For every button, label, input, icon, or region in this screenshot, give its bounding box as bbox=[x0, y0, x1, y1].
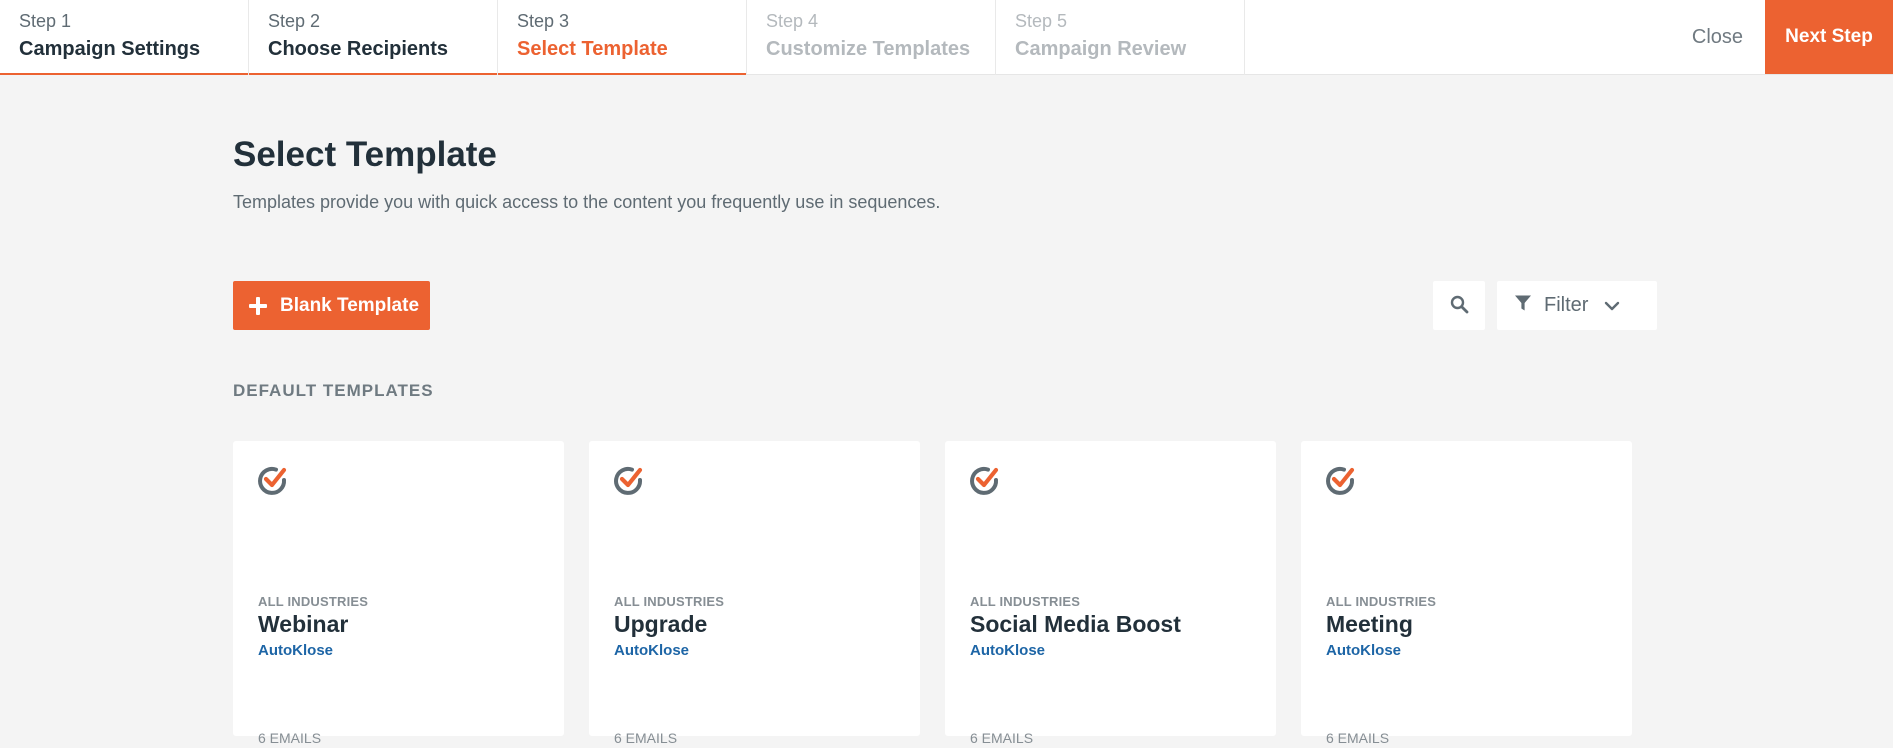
plus-icon bbox=[249, 296, 267, 315]
template-card-list: ALL INDUSTRIES Webinar AutoKlose 6 EMAIL… bbox=[233, 441, 1632, 746]
step-campaign-settings[interactable]: Step 1 Campaign Settings bbox=[0, 0, 249, 75]
card-author-link[interactable]: AutoKlose bbox=[258, 642, 333, 659]
check-badge-icon bbox=[613, 465, 645, 497]
filter-icon bbox=[1514, 294, 1532, 318]
filter-dropdown[interactable]: Filter bbox=[1497, 281, 1657, 330]
card-industry: ALL INDUSTRIES bbox=[970, 594, 1081, 609]
template-card[interactable]: ALL INDUSTRIES Meeting AutoKlose 6 EMAIL… bbox=[1301, 441, 1632, 746]
step-title: Select Template bbox=[517, 38, 668, 60]
main-content: Select Template Templates provide you wi… bbox=[233, 75, 1661, 748]
search-button[interactable] bbox=[1433, 281, 1485, 330]
check-badge-icon bbox=[1325, 465, 1357, 497]
step-select-template[interactable]: Step 3 Select Template bbox=[498, 0, 747, 75]
card-email-count: 6 EMAILS bbox=[258, 730, 322, 746]
step-customize-templates[interactable]: Step 4 Customize Templates bbox=[747, 0, 996, 75]
card-author-link[interactable]: AutoKlose bbox=[614, 642, 689, 659]
filter-label: Filter bbox=[1544, 294, 1589, 316]
step-title: Campaign Review bbox=[1015, 38, 1187, 60]
step-title: Choose Recipients bbox=[268, 38, 449, 60]
section-title-default-templates: DEFAULT TEMPLATES bbox=[233, 381, 434, 400]
step-choose-recipients[interactable]: Step 2 Choose Recipients bbox=[249, 0, 498, 75]
template-card[interactable]: ALL INDUSTRIES Upgrade AutoKlose 6 EMAIL… bbox=[589, 441, 920, 746]
step-number: Step 1 bbox=[19, 11, 72, 31]
card-title: Webinar bbox=[258, 611, 349, 637]
card-title: Upgrade bbox=[614, 611, 708, 637]
campaign-stepper-bar: Step 1 Campaign Settings Step 2 Choose R… bbox=[0, 0, 1893, 75]
template-card[interactable]: ALL INDUSTRIES Webinar AutoKlose 6 EMAIL… bbox=[233, 441, 564, 746]
chevron-down-icon bbox=[1604, 294, 1620, 317]
step-title: Customize Templates bbox=[766, 38, 971, 60]
blank-template-label: Blank Template bbox=[280, 294, 420, 316]
step-title: Campaign Settings bbox=[19, 38, 201, 60]
card-title: Social Media Boost bbox=[970, 611, 1181, 637]
step-number: Step 4 bbox=[766, 11, 819, 31]
template-card[interactable]: ALL INDUSTRIES Social Media Boost AutoKl… bbox=[945, 441, 1276, 746]
page-description: Templates provide you with quick access … bbox=[233, 192, 941, 212]
card-email-count: 6 EMAILS bbox=[970, 730, 1034, 746]
search-icon bbox=[1450, 295, 1469, 317]
step-campaign-review[interactable]: Step 5 Campaign Review bbox=[996, 0, 1245, 75]
card-email-count: 6 EMAILS bbox=[1326, 730, 1390, 746]
card-email-count: 6 EMAILS bbox=[614, 730, 678, 746]
step-number: Step 5 bbox=[1015, 11, 1068, 31]
next-step-button[interactable]: Next Step bbox=[1765, 0, 1893, 74]
check-badge-icon bbox=[257, 465, 289, 497]
check-badge-icon bbox=[969, 465, 1001, 497]
blank-template-button[interactable]: Blank Template bbox=[233, 281, 430, 330]
step-number: Step 2 bbox=[268, 11, 321, 31]
card-industry: ALL INDUSTRIES bbox=[1326, 594, 1437, 609]
card-industry: ALL INDUSTRIES bbox=[614, 594, 725, 609]
stepper: Step 1 Campaign Settings Step 2 Choose R… bbox=[0, 0, 1245, 75]
card-author-link[interactable]: AutoKlose bbox=[1326, 642, 1401, 659]
card-industry: ALL INDUSTRIES bbox=[258, 594, 369, 609]
card-author-link[interactable]: AutoKlose bbox=[970, 642, 1045, 659]
card-title: Meeting bbox=[1326, 611, 1413, 637]
page-title: Select Template bbox=[233, 135, 497, 174]
step-number: Step 3 bbox=[517, 11, 570, 31]
